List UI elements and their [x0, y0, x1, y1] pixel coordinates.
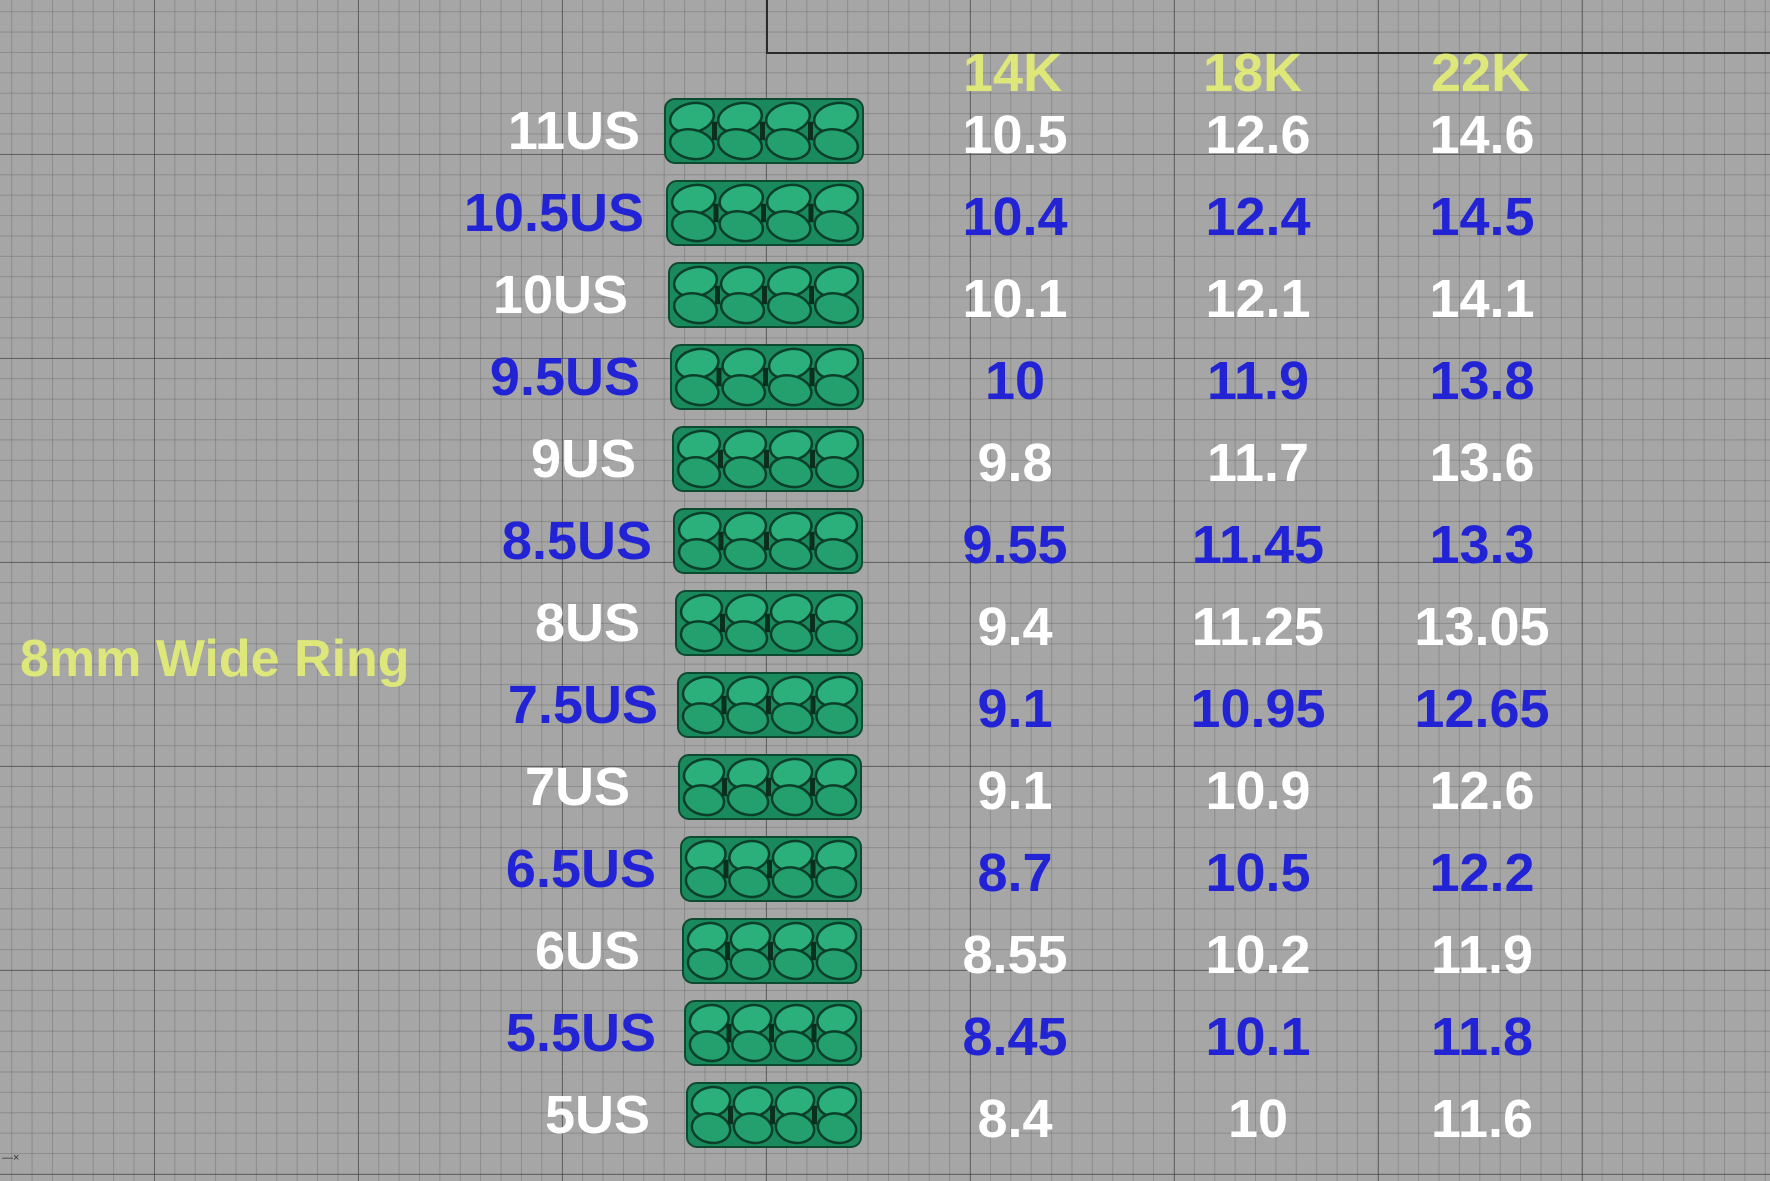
weight-value-14k: 9.55 [962, 515, 1068, 575]
ring-size-label: 5US [544, 1085, 650, 1145]
weight-value-18k: 12.4 [1205, 187, 1311, 247]
ring-size-label: 9US [530, 429, 636, 489]
cuban-link-ring-icon [666, 180, 864, 246]
weight-value-14k: 8.4 [977, 1089, 1053, 1149]
weight-value-14k: 10.5 [962, 105, 1068, 165]
ring-size-label: 6US [534, 921, 640, 981]
weight-value-18k: 12.1 [1205, 269, 1311, 329]
cuban-link-ring-icon [664, 98, 864, 164]
ring-size-label: 8.5US [501, 511, 652, 571]
weight-value-22k: 14.6 [1429, 105, 1535, 165]
cuban-link-ring-icon [678, 754, 862, 820]
weight-value-22k: 11.6 [1430, 1089, 1534, 1149]
weight-value-22k: 14.1 [1429, 269, 1535, 329]
weight-value-14k: 10.4 [962, 187, 1068, 247]
cuban-link-ring-icon [675, 590, 863, 656]
ring-size-label: 7.5US [507, 675, 658, 735]
cuban-link-ring-icon [670, 344, 864, 410]
weight-value-18k: 11.45 [1191, 515, 1325, 575]
weight-value-14k: 10 [984, 351, 1046, 411]
header-14k: 14K [963, 43, 1063, 103]
weight-value-18k: 10.2 [1205, 925, 1311, 985]
cuban-link-ring-icon [684, 1000, 862, 1066]
ring-size-label: 9.5US [489, 347, 640, 407]
ring-size-label: 7US [524, 757, 630, 817]
weight-value-22k: 12.2 [1429, 843, 1535, 903]
cuban-link-ring-icon [686, 1082, 862, 1148]
axis-origin-marker: —× [2, 1152, 20, 1164]
weight-value-22k: 13.3 [1429, 515, 1535, 575]
weight-value-18k: 11.25 [1191, 597, 1325, 657]
weight-value-14k: 9.1 [977, 679, 1053, 739]
weight-value-18k: 10.9 [1205, 761, 1311, 821]
weight-value-22k: 13.8 [1429, 351, 1535, 411]
weight-value-22k: 11.9 [1430, 925, 1534, 985]
weight-value-18k: 11.9 [1206, 351, 1310, 411]
cuban-link-ring-icon [672, 426, 864, 492]
weight-value-14k: 8.55 [962, 925, 1068, 985]
weight-value-22k: 13.05 [1414, 597, 1550, 657]
ring-size-label: 10.5US [463, 183, 644, 243]
ring-size-label: 8US [534, 593, 640, 653]
ring-size-label: 5.5US [505, 1003, 656, 1063]
cuban-link-ring-icon [673, 508, 863, 574]
weight-value-18k: 11.7 [1206, 433, 1310, 493]
weight-value-22k: 11.8 [1430, 1007, 1534, 1067]
cuban-link-ring-icon [680, 836, 862, 902]
weight-value-18k: 12.6 [1205, 105, 1311, 165]
ring-size-label: 10US [492, 265, 628, 325]
weight-value-14k: 8.45 [962, 1007, 1068, 1067]
cuban-link-ring-icon [677, 672, 863, 738]
weight-value-18k: 10.1 [1205, 1007, 1311, 1067]
weight-value-18k: 10.5 [1205, 843, 1311, 903]
cuban-link-ring-icon [668, 262, 864, 328]
cuban-link-ring-icon [682, 918, 862, 984]
weight-value-18k: 10 [1227, 1089, 1289, 1149]
header-22k: 22K [1431, 43, 1531, 103]
weight-value-14k: 10.1 [962, 269, 1068, 329]
weight-value-14k: 9.1 [977, 761, 1053, 821]
weight-value-14k: 9.4 [977, 597, 1053, 657]
ring-width-title: 8mm Wide Ring [20, 630, 410, 688]
ring-size-label: 11US [507, 101, 640, 161]
weight-value-22k: 14.5 [1429, 187, 1535, 247]
weight-value-18k: 10.95 [1190, 679, 1326, 739]
weight-value-22k: 12.6 [1429, 761, 1535, 821]
weight-value-22k: 13.6 [1429, 433, 1535, 493]
header-18k: 18K [1203, 43, 1303, 103]
ring-size-label: 6.5US [505, 839, 656, 899]
weight-value-22k: 12.65 [1414, 679, 1550, 739]
weight-value-14k: 8.7 [977, 843, 1053, 903]
weight-value-14k: 9.8 [977, 433, 1053, 493]
